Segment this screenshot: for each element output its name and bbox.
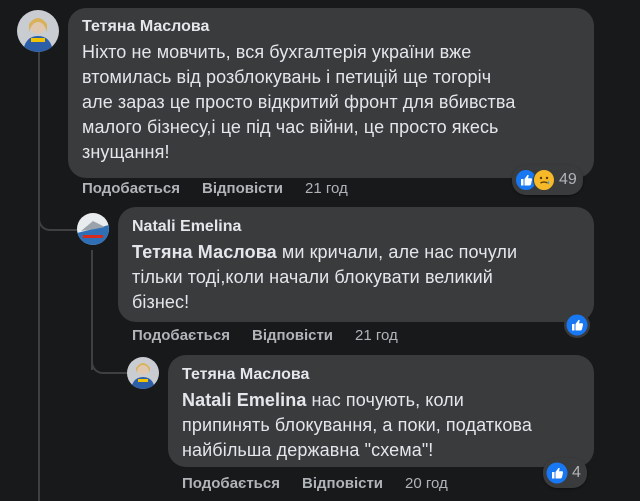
timestamp[interactable]: 21 год	[305, 180, 348, 197]
reaction-summary[interactable]	[564, 312, 590, 338]
mention-link[interactable]: Natali Emelina	[182, 390, 306, 410]
reply-button[interactable]: Відповісти	[252, 327, 333, 344]
reaction-count: 4	[572, 464, 581, 481]
comment-text: Natali Emelina нас почують, коли припиня…	[182, 388, 580, 463]
comment-line-rest: ми кричали, але нас почули	[276, 242, 518, 262]
avatar[interactable]	[127, 357, 159, 389]
comment-actions: Подобається Відповісти 20 год	[182, 475, 448, 492]
like-icon	[566, 314, 588, 336]
thread-connector-2	[91, 350, 129, 374]
comment-actions: Подобається Відповісти 21 год	[82, 180, 348, 197]
comment-line: втомилась від розблокувань і петицій ще …	[82, 67, 492, 87]
like-icon	[546, 462, 568, 484]
comment-author[interactable]: Тетяна Маслова	[182, 365, 580, 385]
reaction-summary[interactable]: 4	[543, 458, 587, 488]
thread-connector-1	[38, 205, 78, 231]
comment-author[interactable]: Natali Emelina	[132, 217, 580, 237]
comment-line: малого бізнесу,і це під час війни, це пр…	[82, 117, 499, 137]
comment-line-rest: нас почують, коли	[306, 390, 464, 410]
avatar[interactable]	[77, 213, 109, 245]
timestamp[interactable]: 20 год	[405, 475, 448, 492]
comment-bubble: Тетяна Маслова Natali Emelina нас почуют…	[168, 355, 594, 467]
comment-bubble: Natali Emelina Тетяна Маслова ми кричали…	[118, 207, 594, 322]
comment-text: Ніхто не мовчить, вся бухгалтерія україн…	[82, 40, 580, 165]
care-icon	[533, 169, 555, 191]
comment-line: бізнес!	[132, 292, 190, 312]
reply-button[interactable]: Відповісти	[202, 180, 283, 197]
comment-line: знущання!	[82, 142, 170, 162]
reply-button[interactable]: Відповісти	[302, 475, 383, 492]
comment-actions: Подобається Відповісти 21 год	[132, 327, 398, 344]
like-button[interactable]: Подобається	[182, 475, 280, 492]
comment-line: але зараз це просто відкритий фронт для …	[82, 92, 516, 112]
comment-author[interactable]: Тетяна Маслова	[82, 17, 580, 37]
thread-line-main	[38, 52, 40, 501]
reaction-summary[interactable]: 49	[512, 165, 583, 195]
comment-bubble: Тетяна Маслова Ніхто не мовчить, вся бух…	[68, 8, 594, 178]
comment-line: найбільша державна "схема"!	[182, 440, 434, 460]
reaction-count: 49	[559, 171, 577, 188]
comment-line: Ніхто не мовчить, вся бухгалтерія україн…	[82, 42, 472, 62]
comment-line: припинять блокування, а поки, податкова	[182, 415, 533, 435]
comment-line: Тетяна Маслова ми кричали, але нас почул…	[132, 240, 580, 265]
comment-line: тільки тоді,коли начали блокувати велики…	[132, 267, 493, 287]
like-button[interactable]: Подобається	[82, 180, 180, 197]
comment-text: Тетяна Маслова ми кричали, але нас почул…	[132, 240, 580, 315]
avatar[interactable]	[17, 10, 59, 52]
like-button[interactable]: Подобається	[132, 327, 230, 344]
mention-link[interactable]: Тетяна Маслова	[132, 242, 277, 262]
timestamp[interactable]: 21 год	[355, 327, 398, 344]
comment-line: Natali Emelina нас почують, коли	[182, 388, 580, 413]
